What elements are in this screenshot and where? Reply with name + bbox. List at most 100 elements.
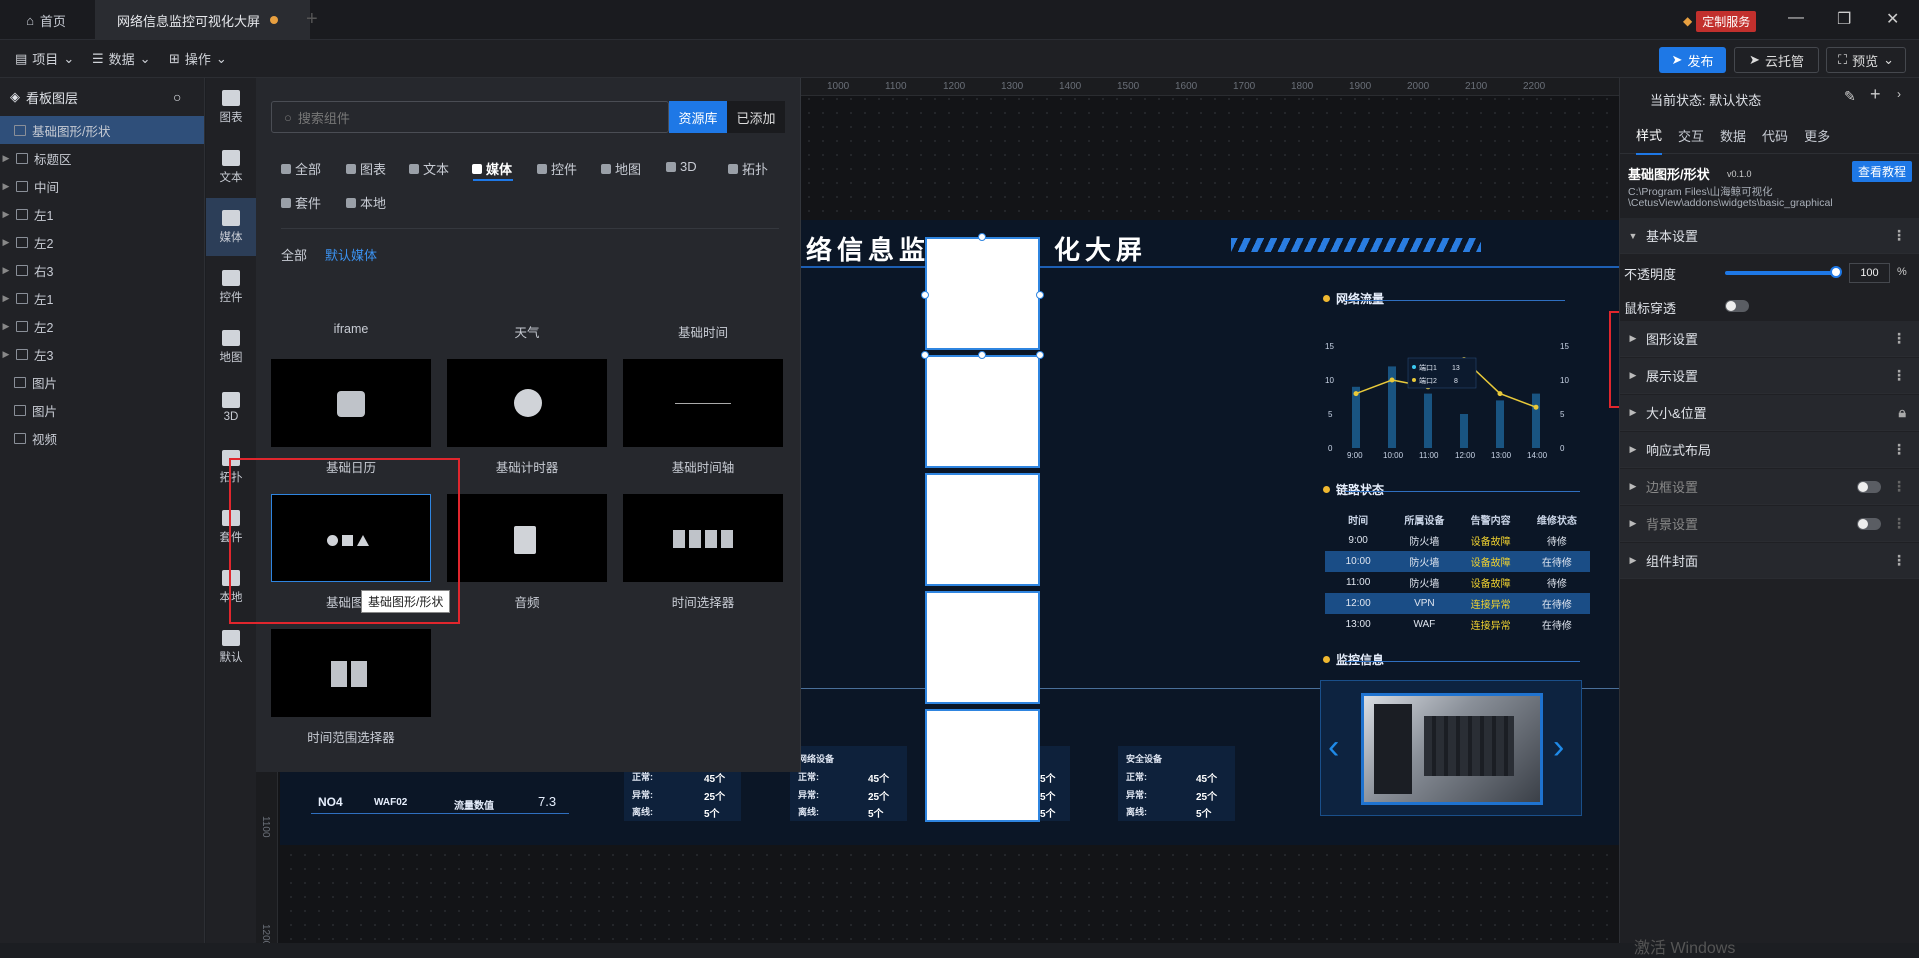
subcat-default-media[interactable]: 默认媒体 [325,245,377,264]
rail-item-3d[interactable]: 3D [206,378,256,436]
cat-topology[interactable]: 拓扑 [728,159,768,178]
rail-item-chart[interactable]: 图表 [206,78,256,136]
layer-item[interactable]: 基础图形/形状 [0,116,204,144]
resize-handle[interactable] [978,233,986,241]
added-button[interactable]: 已添加 [727,101,785,133]
section-cover[interactable]: ▶ 组件封面 ⋮ [1620,543,1919,579]
tab-style[interactable]: 样式 [1636,116,1663,155]
section-responsive[interactable]: ▶ 响应式布局 ⋮ [1620,432,1919,468]
resize-handle[interactable] [1036,291,1044,299]
more-icon[interactable]: ⋮ [1892,478,1906,495]
project-menu[interactable]: ▤ 项目 ⌄ [15,49,74,68]
search-input[interactable]: ○ 搜索组件 [271,101,669,133]
shape-box[interactable] [925,237,1040,350]
carousel-prev-icon[interactable]: ‹ [1328,728,1339,767]
search-icon[interactable]: ○ [173,89,181,105]
caret-right-icon[interactable]: ▶ [0,181,12,192]
cat-suite[interactable]: 套件 [281,193,321,212]
rail-item-control[interactable]: 控件 [206,258,256,316]
caret-right-icon[interactable]: ▶ [0,265,12,276]
more-icon[interactable]: ⋮ [1892,367,1906,384]
layer-item[interactable]: 图片 [0,368,204,396]
edit-icon[interactable]: ✎ [1844,88,1856,105]
custom-service-button[interactable]: ◆ 定制服务 [1683,10,1757,32]
preview-button[interactable]: ⛶ 预览 ⌄ [1826,47,1906,73]
cat-3d[interactable]: 3D [666,159,697,174]
border-toggle[interactable] [1857,481,1881,493]
operate-menu[interactable]: ⊞ 操作 ⌄ [169,49,227,68]
publish-button[interactable]: ➤ 发布 [1659,47,1726,73]
component-card-calendar[interactable] [271,359,431,447]
resize-handle[interactable] [921,291,929,299]
subcat-all[interactable]: 全部 [281,245,307,264]
layer-item[interactable]: ▶ 左2 [0,312,204,340]
layer-item[interactable]: ▶ 左1 [0,284,204,312]
chevron-right-icon[interactable]: › [1897,87,1901,101]
more-icon[interactable]: ⋮ [1892,441,1906,458]
caret-right-icon[interactable]: ▶ [0,209,12,220]
section-shape[interactable]: ▶ 图形设置 ⋮ [1620,321,1919,357]
opacity-input[interactable]: 100 [1849,263,1890,283]
rail-item-text[interactable]: 文本 [206,138,256,196]
more-icon[interactable]: ⋮ [1892,515,1906,532]
cat-media[interactable]: 媒体 [472,159,512,178]
tab-more[interactable]: 更多 [1804,126,1830,145]
cat-control[interactable]: 控件 [537,159,577,178]
data-menu[interactable]: ☰ 数据 ⌄ [92,49,151,68]
tab-document[interactable]: 网络信息监控可视化大屏 [95,0,310,40]
layer-item[interactable]: 图片 [0,396,204,424]
tab-home[interactable]: ⌂ 首页 [0,0,92,40]
resize-handle[interactable] [921,351,929,359]
shape-box[interactable] [925,709,1040,822]
section-basic[interactable]: ▼ 基本设置 ⋮ [1620,218,1919,254]
section-border[interactable]: ▶ 边框设置 ⋮ [1620,469,1919,505]
layer-item[interactable]: ▶ 左3 [0,340,204,368]
resize-handle[interactable] [1036,351,1044,359]
more-icon[interactable]: ⋮ [1892,330,1906,347]
layer-item[interactable]: ▶ 右3 [0,256,204,284]
shape-box[interactable] [925,355,1040,468]
resize-handle[interactable] [978,351,986,359]
tab-interaction[interactable]: 交互 [1678,126,1704,145]
shape-box[interactable] [925,591,1040,704]
layer-item[interactable]: ▶ 左2 [0,228,204,256]
rail-item-default[interactable]: 默认 [206,618,256,676]
section-background[interactable]: ▶ 背景设置 ⋮ [1620,506,1919,542]
layer-item[interactable]: ▶ 左1 [0,200,204,228]
carousel-next-icon[interactable]: › [1553,728,1564,767]
cat-chart[interactable]: 图表 [346,159,386,178]
close-button[interactable]: ✕ [1886,9,1899,29]
component-card-timer[interactable] [447,359,607,447]
component-card-audio[interactable] [447,494,607,582]
layer-item[interactable]: 视频 [0,424,204,452]
cat-map[interactable]: 地图 [601,159,641,178]
cat-local[interactable]: 本地 [346,193,386,212]
add-icon[interactable]: + [1870,84,1881,105]
tab-data[interactable]: 数据 [1720,126,1746,145]
layer-item[interactable]: ▶ 标题区 [0,144,204,172]
section-size-position[interactable]: ▶ 大小&位置 🔒︎ [1620,395,1919,431]
more-icon[interactable]: ⋮ [1892,227,1906,244]
cat-all[interactable]: 全部 [281,159,321,178]
caret-right-icon[interactable]: ▶ [0,293,12,304]
layer-item[interactable]: ▶ 中间 [0,172,204,200]
component-card-timeline[interactable] [623,359,783,447]
component-card-range-picker[interactable] [271,629,431,717]
cloud-host-button[interactable]: ➤ 云托管 [1734,47,1819,73]
tutorial-button[interactable]: 查看教程 [1852,161,1913,182]
caret-right-icon[interactable]: ▶ [0,237,12,248]
library-button[interactable]: 资源库 [669,101,727,133]
rail-item-media[interactable]: 媒体 [206,198,256,256]
more-icon[interactable]: ⋮ [1892,552,1906,569]
component-card-time-picker[interactable] [623,494,783,582]
mouse-through-toggle[interactable] [1725,300,1749,312]
minimize-button[interactable]: — [1788,9,1804,27]
caret-right-icon[interactable]: ▶ [0,349,12,360]
background-toggle[interactable] [1857,518,1881,530]
cat-text[interactable]: 文本 [409,159,449,178]
rail-item-map[interactable]: 地图 [206,318,256,376]
maximize-button[interactable]: ❐ [1837,9,1851,29]
new-tab-button[interactable]: + [306,8,318,31]
shape-box[interactable] [925,473,1040,586]
caret-right-icon[interactable]: ▶ [0,153,12,164]
